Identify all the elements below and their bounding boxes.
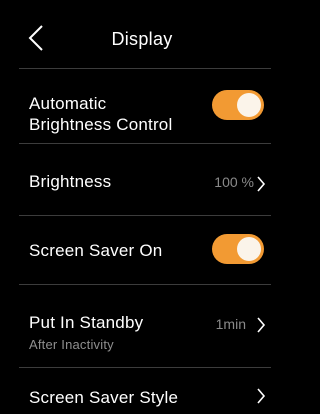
page-title: Display [111,29,173,49]
standby-sublabel: After Inactivity [29,337,114,352]
toggle-knob [237,237,261,261]
brightness-value: 100 % [214,174,254,190]
screen-saver-row[interactable]: Screen Saver On [0,216,276,284]
screen-saver-style-row[interactable]: Screen Saver Style [0,368,276,414]
standby-row[interactable]: Put In Standby After Inactivity 1min [0,285,276,367]
standby-value: 1min [215,316,246,332]
chevron-right-icon [257,388,266,404]
brightness-label: Brightness [29,172,112,191]
auto-brightness-label-line1: Automatic [29,94,107,113]
brightness-row[interactable]: Brightness 100 % [0,144,276,215]
toggle-knob [237,93,261,117]
auto-brightness-toggle[interactable] [212,90,264,120]
auto-brightness-label-line2: Brightness Control [29,115,173,134]
auto-brightness-row[interactable]: Automatic Brightness Control [0,69,276,143]
chevron-right-icon [257,317,266,333]
chevron-right-icon [257,176,266,192]
screen-saver-style-label: Screen Saver Style [29,388,179,407]
screen-saver-toggle[interactable] [212,234,264,264]
header-bar: Display [0,0,276,68]
standby-label: Put In Standby [29,313,144,332]
screen-saver-label: Screen Saver On [29,241,163,260]
